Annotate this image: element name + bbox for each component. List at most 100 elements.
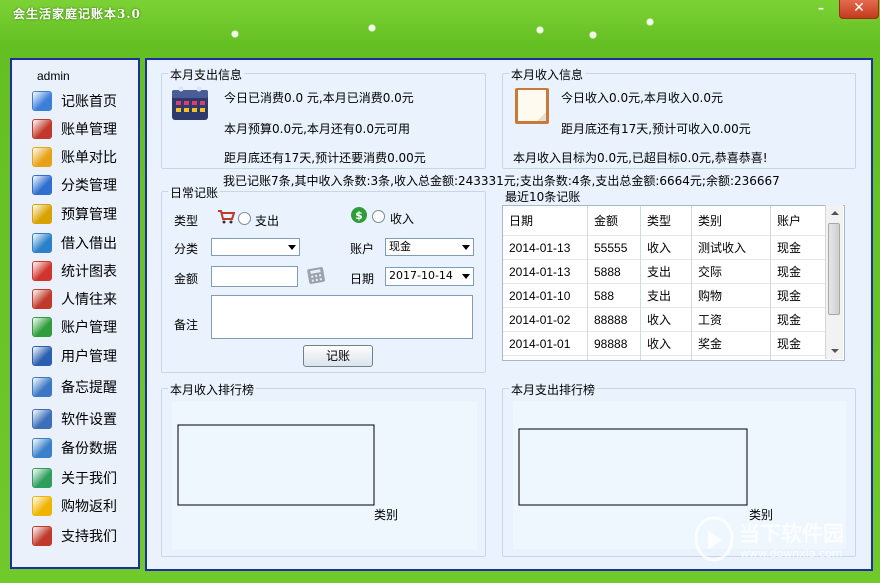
scroll-up-icon[interactable]	[831, 211, 839, 215]
sidebar-item-6[interactable]: 借入借出	[32, 230, 132, 254]
note-textarea[interactable]	[211, 295, 473, 339]
cart-icon	[32, 289, 52, 309]
account-select[interactable]: 现金	[385, 238, 474, 256]
close-button[interactable]: ✕	[839, 0, 879, 19]
sidebar-item-15[interactable]: 购物返利	[32, 493, 132, 517]
sidebar-item-11[interactable]: 备忘提醒	[32, 374, 132, 398]
submit-entry-button[interactable]: 记账	[303, 345, 373, 367]
dollar-icon	[32, 317, 52, 337]
date-value: 2017-10-14	[389, 269, 453, 282]
table-row[interactable]: 2013-12-3188支出测试支出现金	[503, 355, 832, 360]
settings-window-icon	[32, 409, 52, 429]
sidebar-item-4[interactable]: 分类管理	[32, 172, 132, 196]
dollar-icon: $	[351, 207, 367, 223]
table-row[interactable]: 2014-01-02 88888 收入 工资 现金	[503, 307, 832, 332]
table-cell: 现金	[770, 355, 832, 360]
column-header[interactable]: 金额	[587, 206, 641, 236]
sidebar-item-label: 账户管理	[61, 320, 117, 336]
watermark-brand: 当下软件园	[739, 522, 844, 546]
sidebar-item-label: 借入借出	[61, 236, 117, 252]
scroll-thumb[interactable]	[828, 223, 840, 315]
calculator-icon	[32, 204, 52, 224]
table-row[interactable]: 2014-01-13 5888 支出 交际 现金	[503, 259, 832, 284]
income-today-text: 今日收入0.0元,本月收入0.0元	[561, 91, 723, 105]
expense-forecast-text: 距月底还有17天,预计还要消费0.00元	[224, 151, 426, 165]
table-cell: 现金	[770, 259, 832, 284]
sidebar-item-2[interactable]: 账单管理	[32, 116, 132, 140]
sidebar-item-13[interactable]: 备份数据	[32, 435, 132, 459]
watermark-url: www.downxia.com	[740, 547, 843, 560]
amount-label: 金额	[174, 272, 199, 286]
pie-chart-icon	[32, 261, 52, 281]
sidebar-item-label: 用户管理	[61, 349, 117, 365]
recent-entries-table: 日期 金额 类型 类别 账户 2014-01-13 55555 收入 测试收入 现金 2014-0…	[502, 205, 845, 361]
sidebar-item-16[interactable]: 支持我们	[32, 523, 132, 547]
table-row[interactable]: 2014-01-01 98888 收入 奖金 现金	[503, 331, 832, 356]
arrows-icon	[32, 233, 52, 253]
sidebar-item-label: 人情往来	[61, 292, 117, 308]
expense-today-text: 今日已消费0.0 元,本月已消费0.0元	[224, 91, 414, 105]
calculator-icon[interactable]	[306, 265, 326, 285]
sidebar-item-7[interactable]: 统计图表	[32, 258, 132, 282]
table-cell: 98888	[587, 331, 641, 356]
sidebar-item-label: 支持我们	[61, 529, 117, 545]
user-icon	[32, 346, 52, 366]
expense-radio[interactable]	[238, 212, 251, 225]
table-cell: 收入	[640, 331, 692, 356]
sidebar-item-1[interactable]: 记账首页	[32, 88, 132, 112]
sidebar-item-9[interactable]: 账户管理	[32, 314, 132, 338]
sidebar-item-14[interactable]: 关于我们	[32, 465, 132, 489]
summary-text: 我已记账7条,其中收入条数:3条,收入总金额:243331元;支出条数:4条,支…	[223, 174, 780, 188]
watermark-logo-icon	[694, 516, 734, 562]
category-select[interactable]	[211, 238, 300, 256]
main-panel: 本月支出信息 今日已消费0.0 元,本月已消费0.0元 本月预算0.0元,本月还…	[145, 58, 873, 571]
contact-card-icon	[32, 468, 52, 488]
sidebar-item-5[interactable]: 预算管理	[32, 201, 132, 225]
sidebar-item-label: 账单管理	[61, 122, 117, 138]
table-row[interactable]: 2014-01-10 588 支出 购物 现金	[503, 283, 832, 308]
table-row[interactable]: 2014-01-13 55555 收入 测试收入 现金	[503, 235, 832, 260]
sidebar: admin 记账首页账单管理账单对比分类管理预算管理借入借出统计图表人情往来账户…	[10, 58, 140, 569]
minimize-button[interactable]: –	[809, 0, 833, 18]
income-ranking-axes	[177, 424, 375, 506]
current-user: admin	[37, 69, 70, 83]
monitor-icon	[32, 91, 52, 111]
table-cell: 购物	[691, 283, 771, 308]
date-picker[interactable]: 2017-10-14	[385, 267, 474, 286]
scroll-down-icon[interactable]	[831, 349, 839, 353]
column-header[interactable]: 类别	[691, 206, 771, 236]
table-scrollbar[interactable]	[825, 205, 843, 359]
table-cell: 支出	[640, 355, 692, 360]
account-label: 账户	[350, 242, 375, 256]
income-target-text: 本月收入目标为0.0元,已超目标0.0元,恭喜恭喜!	[513, 151, 768, 165]
income-radio[interactable]	[372, 210, 385, 223]
svg-text:$: $	[355, 209, 363, 222]
table-cell: 测试支出	[691, 355, 771, 360]
column-header[interactable]: 日期	[503, 206, 588, 236]
sidebar-item-label: 预算管理	[61, 207, 117, 223]
column-header[interactable]: 账户	[770, 206, 832, 236]
column-header[interactable]: 类型	[640, 206, 692, 236]
table-cell: 2014-01-13	[503, 235, 588, 260]
table-cell: 2014-01-02	[503, 307, 588, 332]
table-cell: 收入	[640, 307, 692, 332]
table-cell: 现金	[770, 235, 832, 260]
table-cell: 5888	[587, 259, 641, 284]
sidebar-item-12[interactable]: 软件设置	[32, 406, 132, 430]
sidebar-item-label: 账单对比	[61, 150, 117, 166]
camera-icon	[32, 377, 52, 397]
income-option-label: 收入	[390, 212, 415, 226]
sidebar-item-8[interactable]: 人情往来	[32, 286, 132, 310]
income-ranking-chart: 类别	[172, 401, 477, 549]
title-bar: 会生活家庭记账本3.0 – ✕	[0, 0, 880, 22]
table-cell: 55555	[587, 235, 641, 260]
cart-icon	[218, 210, 235, 224]
expense-info-title: 本月支出信息	[168, 66, 245, 83]
sidebar-item-10[interactable]: 用户管理	[32, 343, 132, 367]
table-cell: 工资	[691, 307, 771, 332]
amount-input[interactable]	[211, 266, 298, 287]
backup-icon	[32, 438, 52, 458]
window-title: 会生活家庭记账本3.0	[13, 7, 141, 21]
table-cell: 588	[587, 283, 641, 308]
sidebar-item-3[interactable]: 账单对比	[32, 144, 132, 168]
